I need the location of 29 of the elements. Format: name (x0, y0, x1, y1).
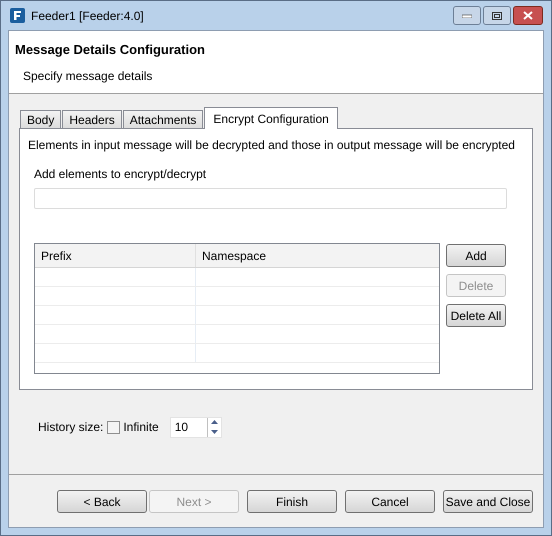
footer-button[interactable]: < Back (57, 490, 147, 513)
infinite-checkbox[interactable] (107, 420, 120, 434)
tab[interactable]: Attachments (122, 110, 204, 128)
elements-input-field[interactable] (34, 188, 507, 209)
maximize-button[interactable] (483, 6, 511, 25)
field-label: Add elements to encrypt/decrypt (34, 166, 208, 183)
table-action-button[interactable]: Add (446, 244, 506, 267)
description-text: Elements in input message will be decrypted and those in output message will be encrypted (28, 137, 516, 154)
close-icon (523, 11, 533, 20)
column-header[interactable]: Namespace (196, 244, 439, 267)
page-title: Message Details Configuration (15, 41, 206, 59)
minimize-button[interactable] (453, 6, 481, 25)
tab[interactable]: Body (20, 110, 62, 128)
history-size-spinner[interactable]: 10 (170, 416, 222, 438)
column-header[interactable]: Prefix (35, 244, 196, 267)
infinite-label: Infinite (123, 419, 159, 436)
minimize-icon (462, 14, 472, 18)
footer-button[interactable]: Cancel (345, 490, 435, 513)
app-logo-icon (10, 8, 25, 23)
page-subtitle: Specify message details (22, 68, 154, 84)
table-action-button[interactable]: Delete All (446, 304, 506, 327)
history-size-label: History size: (38, 419, 104, 436)
window-title: Feeder1 [Feeder:4.0] (31, 8, 145, 24)
tab[interactable]: Encrypt Configuration (204, 107, 338, 129)
maximize-icon (492, 12, 502, 20)
footer-button[interactable]: Finish (247, 490, 337, 513)
close-button[interactable] (513, 6, 543, 25)
footer-button[interactable]: Save and Close (443, 490, 533, 513)
tab[interactable]: Headers (62, 110, 122, 128)
